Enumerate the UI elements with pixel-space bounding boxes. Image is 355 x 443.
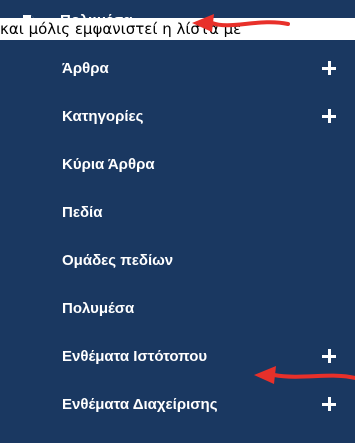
menu-item-label: Πολυμέσα xyxy=(62,299,135,317)
plus-icon[interactable] xyxy=(322,349,336,363)
plus-icon[interactable] xyxy=(322,109,336,123)
menu-item-fields[interactable]: Πεδία xyxy=(0,188,355,236)
menu-item-label: Κατηγορίες xyxy=(62,107,144,125)
annotation-arrow-top xyxy=(192,14,290,32)
menu-item-label: Άρθρα xyxy=(62,59,109,77)
menu-item-label: Ενθέματα Ιστότοπου xyxy=(62,347,208,365)
plus-icon[interactable] xyxy=(322,397,336,411)
plus-icon[interactable] xyxy=(322,61,336,75)
menu-item-label: Κύρια Άρθρα xyxy=(62,155,155,173)
menu-item-label: Ομάδες πεδίων xyxy=(62,251,174,269)
menu-item-media[interactable]: Πολυμέσα xyxy=(0,284,355,332)
menu-item-field-groups[interactable]: Ομάδες πεδίων xyxy=(0,236,355,284)
menu-item-categories[interactable]: Κατηγορίες xyxy=(0,92,355,140)
menu-item-featured-articles[interactable]: Κύρια Άρθρα xyxy=(0,140,355,188)
sidebar-top-label: Πολυμέσα xyxy=(60,12,133,29)
grid-icon[interactable] xyxy=(325,18,341,34)
menu-item-label: Ενθέματα Διαχείρισης xyxy=(62,395,218,413)
annotation-arrow-site-modules xyxy=(254,366,355,384)
admin-sidebar: Πολυμέσα και μόλις εμφανιστεί η λίστα με… xyxy=(0,0,355,443)
overlay-caption: και μόλις εμφανιστεί η λίστα με xyxy=(0,18,355,40)
menu-item-label: Πεδία xyxy=(62,203,103,221)
menu-item-articles[interactable]: Άρθρα xyxy=(0,44,355,92)
